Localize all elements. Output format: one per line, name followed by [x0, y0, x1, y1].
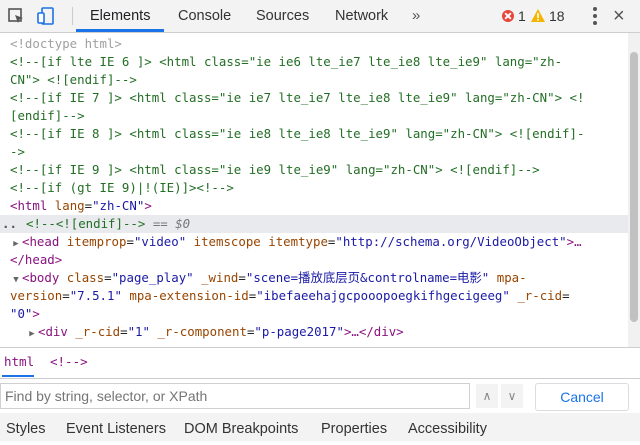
dom-line-html[interactable]: <html lang="zh-CN">: [10, 197, 628, 215]
more-tabs-button[interactable]: »: [412, 0, 420, 32]
expand-triangle-icon[interactable]: ▶: [26, 325, 38, 343]
find-previous-button[interactable]: ∧: [476, 384, 498, 408]
dom-line-comment-ie6[interactable]: <!--[if lte IE 6 ]> <html class="ie ie6 …: [10, 53, 628, 71]
tab-sources[interactable]: Sources: [256, 0, 309, 32]
tab-accessibility[interactable]: Accessibility: [408, 413, 487, 441]
sidebar-pane-tabs: Styles Event Listeners DOM Breakpoints P…: [0, 413, 640, 441]
dom-tree: <!doctype html> <!--[if lte IE 6 ]> <htm…: [0, 33, 628, 347]
doctype-text: <!doctype html>: [10, 36, 122, 51]
tag-name: head: [29, 234, 60, 249]
attr-value: "zh-CN": [92, 198, 145, 213]
tag-name: body: [29, 270, 60, 285]
selected-node-marker: == $0: [152, 216, 191, 231]
attr-name: _r-component: [157, 324, 247, 339]
attr-value: "ibefaeehajgcpooopoegkifhgecigeeg": [256, 288, 510, 303]
attr-name: _r-cid: [75, 324, 121, 339]
close-icon[interactable]: ×: [613, 4, 625, 28]
dom-line-body[interactable]: ▼ <body class="page_play" _wind="scene=播放…: [10, 269, 628, 289]
dom-line-head-close[interactable]: </head>: [10, 251, 628, 269]
attr-name: mpa-: [496, 270, 527, 285]
comment-text: ->: [10, 144, 25, 159]
dom-line-comment-ie6-cont[interactable]: CN"> <![endif]-->: [10, 71, 628, 89]
dom-line-body-cont[interactable]: version="7.5.1" mpa-extension-id="ibefae…: [10, 287, 628, 305]
breadcrumb: html <!-->: [0, 347, 640, 378]
attr-value: "p-page2017": [254, 324, 344, 339]
comment-text: <!--[if (gt IE 9)|!(IE)]><!-->: [10, 180, 234, 195]
breadcrumb-html[interactable]: html: [4, 354, 34, 369]
warning-count[interactable]: 18: [549, 0, 565, 32]
inspect-element-icon[interactable]: [6, 6, 26, 26]
comment-text: <!--[if lte IE 6 ]> <html class="ie ie6 …: [10, 54, 563, 69]
attr-value: "0": [10, 306, 33, 321]
tag-name: div: [45, 324, 68, 339]
error-count[interactable]: 1: [518, 0, 526, 32]
tag-rest: >…</div>: [343, 324, 404, 339]
dom-line-doctype[interactable]: <!doctype html>: [10, 35, 628, 53]
attr-value: "1": [127, 324, 150, 339]
find-input[interactable]: [0, 383, 470, 409]
breadcrumb-active-indicator: [2, 375, 34, 377]
comment-text: <!--<![endif]-->: [26, 216, 146, 231]
more-options-icon[interactable]: [591, 7, 599, 25]
attr-name: itemtype: [268, 234, 328, 249]
find-bar: ∧ ∨ Cancel: [0, 378, 640, 414]
tag-name: html: [17, 198, 48, 213]
comment-text: [endif]-->: [10, 108, 85, 123]
comment-text: CN"> <![endif]-->: [10, 72, 137, 87]
active-tab-indicator: [76, 29, 164, 32]
tab-network[interactable]: Network: [335, 0, 388, 32]
tab-properties[interactable]: Properties: [321, 413, 387, 441]
dom-line-comment-ie9[interactable]: <!--[if IE 9 ]> <html class="ie ie9 lte_…: [10, 161, 628, 179]
attr-name: _r-cid: [517, 288, 563, 303]
ellipsis-icon[interactable]: ..: [2, 215, 17, 233]
attr-name: version: [10, 288, 63, 303]
dom-line-comment-gt-ie9[interactable]: <!--[if (gt IE 9)|!(IE)]><!-->: [10, 179, 628, 197]
attr-name: itemscope: [193, 234, 261, 249]
dom-line-comment-ie7-cont[interactable]: [endif]-->: [10, 107, 628, 125]
attr-value: "video": [133, 234, 187, 249]
attr-value: "page_play": [111, 270, 194, 285]
attr-value: "http://schema.org/VideoObject": [335, 234, 567, 249]
tab-dom-breakpoints[interactable]: DOM Breakpoints: [184, 413, 298, 441]
tab-event-listeners[interactable]: Event Listeners: [66, 413, 166, 441]
tab-elements[interactable]: Elements: [90, 0, 150, 32]
toolbar-divider: [72, 7, 73, 25]
attr-name: itemprop: [66, 234, 127, 249]
error-icon[interactable]: [502, 10, 514, 22]
dom-scrollbar-thumb[interactable]: [630, 52, 638, 322]
attr-name: _wind: [201, 270, 239, 285]
comment-text: <!--[if IE 9 ]> <html class="ie ie9 lte_…: [10, 162, 540, 177]
attr-value: "7.5.1": [69, 288, 122, 303]
dom-line-comment-ie8[interactable]: <!--[if IE 8 ]> <html class="ie ie8 lte_…: [10, 125, 628, 143]
cancel-button[interactable]: Cancel: [535, 383, 629, 411]
devtools-toolbar: Elements Console Sources Network » 1 18 …: [0, 0, 640, 33]
breadcrumb-comment[interactable]: <!-->: [50, 354, 88, 369]
device-toolbar-icon[interactable]: [36, 6, 56, 26]
dom-line-comment-ie7[interactable]: <!--[if IE 7 ]> <html class="ie ie7 lte_…: [10, 89, 628, 107]
tag-close: </head>: [10, 252, 63, 267]
attr-name: mpa-extension-id: [129, 288, 249, 303]
tab-styles[interactable]: Styles: [6, 413, 46, 441]
attr-name: lang: [54, 198, 85, 213]
find-next-button[interactable]: ∨: [501, 384, 523, 408]
comment-text: <!--[if IE 7 ]> <html class="ie ie7 lte_…: [10, 90, 585, 105]
tab-console[interactable]: Console: [178, 0, 231, 32]
dom-line-comment-ie8-cont[interactable]: ->: [10, 143, 628, 161]
dom-line-div[interactable]: ▶ <div _r-cid="1" _r-component="p-page201…: [26, 323, 628, 343]
warning-icon[interactable]: [531, 9, 545, 22]
dom-line-body-cont2[interactable]: "0">: [10, 305, 628, 323]
attr-value: "scene=播放底层页&controlname=电影": [245, 270, 490, 285]
dom-line-selected[interactable]: .. <!--<![endif]--> == $0: [0, 215, 628, 233]
tag-rest: >…: [566, 234, 582, 249]
comment-text: <!--[if IE 8 ]> <html class="ie ie8 lte_…: [10, 126, 585, 141]
dom-line-head[interactable]: ▶ <head itemprop="video" itemscope itemty…: [10, 233, 628, 253]
attr-name: class: [66, 270, 105, 285]
